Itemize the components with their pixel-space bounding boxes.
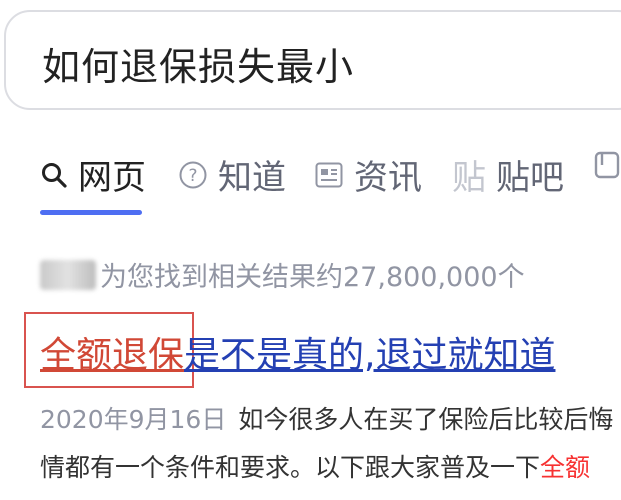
search-box[interactable]: 如何退保损失最小: [4, 10, 621, 110]
tab-web-label: 网页: [78, 158, 146, 198]
tab-web[interactable]: 网页: [40, 150, 146, 199]
result-date: 2020年9月16日: [40, 405, 227, 434]
result-snippet-line1: 2020年9月16日 如今很多人在买了保险后比较后悔: [40, 400, 613, 436]
search-tabs: 网页 ? 知道 资讯 贴 贴吧: [0, 150, 621, 220]
snippet-text-1: 如今很多人在买了保险后比较后悔: [238, 405, 614, 434]
result-title-link[interactable]: 全额退保是不是真的,退过就知道: [40, 326, 555, 378]
search-icon: [40, 161, 68, 189]
snippet-text-2: 情都有一个条件和要求。以下跟大家普及一下: [40, 453, 541, 482]
snippet-highlight: 全额: [540, 453, 591, 482]
news-icon: [314, 160, 344, 190]
result-title-highlight: 全额退保: [40, 335, 185, 376]
tab-news[interactable]: 资讯: [314, 150, 422, 199]
tieba-icon: 贴: [452, 158, 486, 198]
result-snippet-line2: 情都有一个条件和要求。以下跟大家普及一下全额: [40, 448, 590, 484]
tab-zhidao[interactable]: ? 知道: [178, 150, 286, 199]
result-count: 为您找到相关结果约27,800,000个: [40, 255, 525, 294]
tab-zhidao-label: 知道: [218, 158, 286, 198]
video-icon: [592, 150, 621, 180]
result-title-rest: 是不是真的,退过就知道: [184, 335, 556, 376]
active-tab-indicator: [40, 210, 142, 215]
tab-news-label: 资讯: [354, 158, 422, 198]
result-count-text: 为您找到相关结果约27,800,000个: [100, 262, 525, 293]
search-input[interactable]: 如何退保损失最小: [42, 36, 354, 91]
svg-text:?: ?: [188, 166, 197, 186]
question-circle-icon: ?: [178, 160, 208, 190]
tab-tieba[interactable]: 贴 贴吧: [452, 150, 564, 199]
tab-video[interactable]: [592, 150, 621, 180]
tab-tieba-label: 贴吧: [496, 158, 564, 198]
blurred-logo: [40, 259, 96, 290]
